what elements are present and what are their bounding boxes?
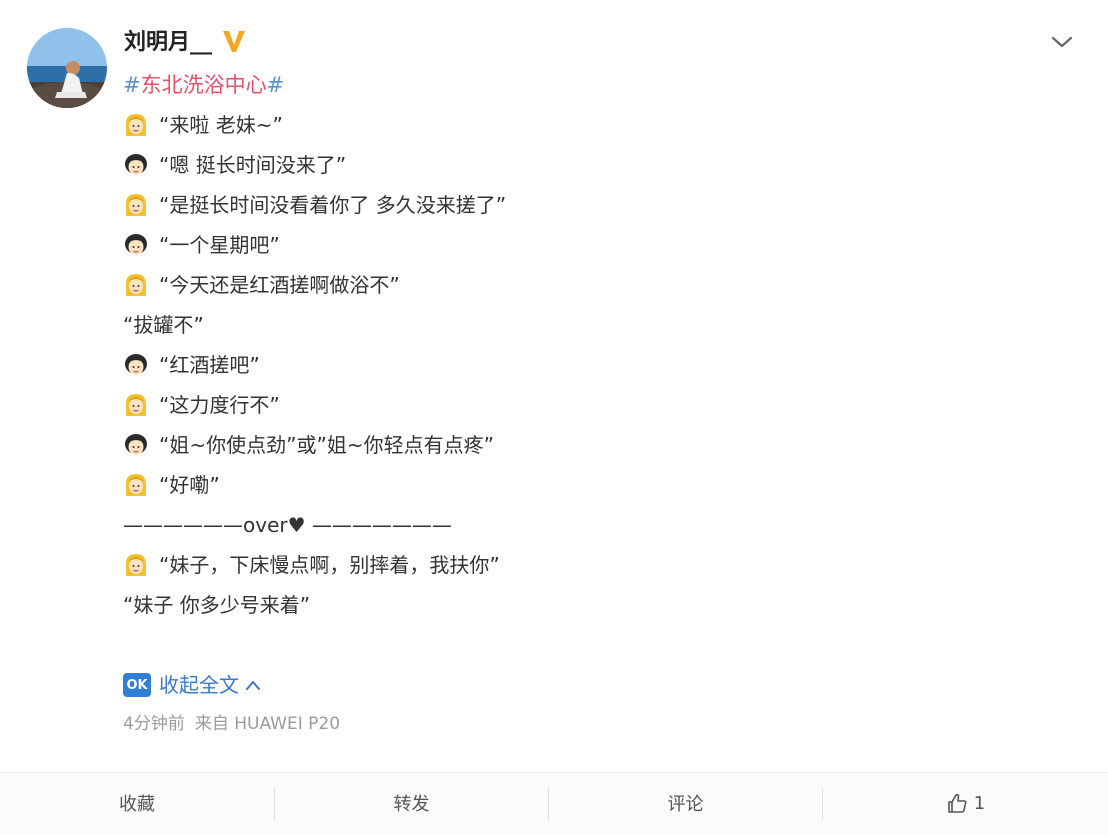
post-time: 4分钟前 (123, 714, 185, 734)
repost-button[interactable]: 转发 (275, 773, 548, 833)
dark-hair-girl-emoji (125, 154, 147, 175)
post-line-text: ——————over♥ ——————— (123, 513, 452, 537)
blonde-girl-emoji (126, 194, 146, 216)
thumbs-up-icon (947, 793, 967, 813)
post-line-text: “红酒搓吧” (159, 353, 260, 377)
hashtag-prefix: # (123, 73, 141, 97)
post-line: “今天还是红酒搓啊做浴不” (123, 270, 400, 300)
blonde-girl-emoji (126, 114, 146, 136)
dark-hair-girl-emoji (125, 354, 147, 375)
post-line: “嗯 挺长时间没来了” (123, 150, 346, 180)
post-line-text: “好嘞” (159, 473, 220, 497)
post-line-text: “来啦 老妹~” (159, 113, 283, 137)
blonde-girl-emoji (126, 554, 146, 576)
blonde-girl-emoji (126, 474, 146, 496)
post-line: ——————over♥ ——————— (123, 510, 452, 540)
favorite-label: 收藏 (119, 794, 155, 815)
hashtag-suffix: # (266, 73, 285, 97)
avatar[interactable] (27, 28, 107, 108)
dark-hair-girl-emoji (125, 234, 147, 255)
post-line-text: “妹子，下床慢点啊，别摔着，我扶你” (159, 553, 500, 577)
post-line: “是挺长时间没看着你了 多久没来搓了” (123, 190, 506, 220)
action-bar: 收藏 转发 评论 1 (0, 772, 1108, 835)
repost-label: 转发 (393, 794, 430, 815)
post-line: “妹子 你多少号来着” (123, 590, 310, 620)
verified-v-icon (223, 31, 245, 52)
comment-label: 评论 (667, 794, 704, 815)
avatar-photo (27, 28, 107, 108)
post-meta: 4分钟前 来自 HUAWEI P20 (123, 710, 340, 738)
post-line: “好嘞” (123, 470, 220, 500)
post-line-text: “嗯 挺长时间没来了” (159, 153, 347, 177)
post-line-text: “今天还是红酒搓啊做浴不” (159, 273, 400, 297)
post-line: “拔罐不” (123, 310, 204, 340)
dark-hair-girl-emoji (125, 434, 147, 455)
collapse-label: 收起全文 (159, 673, 239, 697)
favorite-button[interactable]: 收藏 (0, 773, 274, 833)
like-count: 1 (973, 792, 986, 814)
like-button[interactable]: 1 (823, 773, 1108, 833)
post-line-text: “是挺长时间没看着你了 多久没来搓了” (159, 193, 507, 217)
ok-badge-icon: OK (123, 673, 151, 697)
post-line: “这力度行不” (123, 390, 280, 420)
post-line-text: “这力度行不” (159, 393, 280, 417)
chevron-up-icon (246, 681, 260, 690)
post-source: 来自 HUAWEI P20 (194, 714, 341, 734)
comment-button[interactable]: 评论 (549, 773, 822, 833)
post-line: “妹子，下床慢点啊，别摔着，我扶你” (123, 550, 500, 580)
post-line-text: “姐~你使点劲”或”姐~你轻点有点疼” (159, 433, 494, 457)
author-name[interactable]: 刘明月__ (124, 28, 212, 58)
hashtag-link[interactable]: #东北洗浴中心# (123, 70, 284, 100)
post-line: “来啦 老妹~” (123, 110, 283, 140)
post-line-text: “妹子 你多少号来着” (123, 593, 311, 617)
post-line: “一个星期吧” (123, 230, 280, 260)
blonde-girl-emoji (126, 394, 146, 416)
post-line-text: “一个星期吧” (159, 233, 280, 257)
blonde-girl-emoji (126, 274, 146, 296)
chevron-down-icon[interactable] (1050, 32, 1074, 52)
post-line: “红酒搓吧” (123, 350, 260, 380)
post-line: “姐~你使点劲”或”姐~你轻点有点疼” (123, 430, 494, 460)
collapse-full-text-button[interactable]: OK 收起全文 (123, 670, 261, 700)
post-line-text: “拔罐不” (123, 313, 204, 337)
hashtag-text: 东北洗浴中心 (140, 73, 267, 97)
